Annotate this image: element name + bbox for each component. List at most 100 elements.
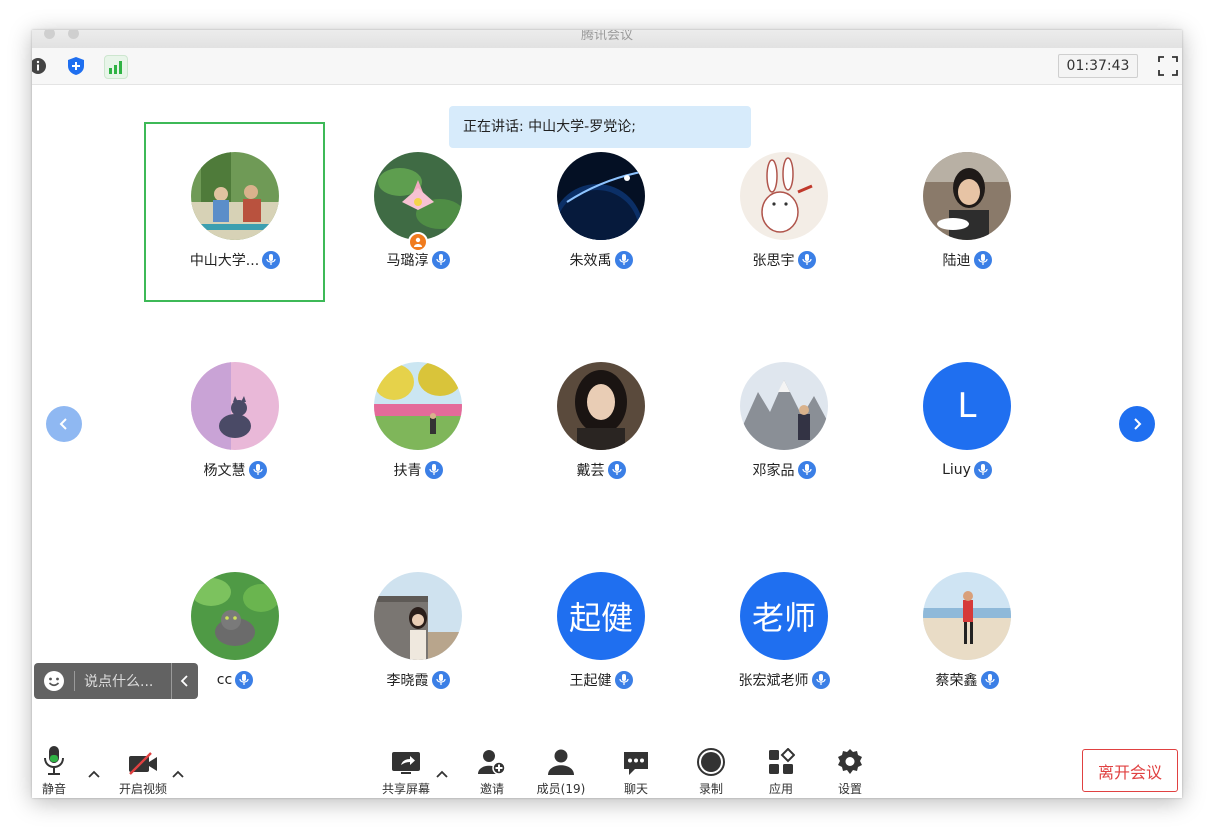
participant-tile[interactable]: 张思宇	[694, 152, 874, 282]
avatar-initial: L	[957, 386, 977, 426]
start-video-label: 开启视频	[118, 782, 167, 796]
avatar	[374, 572, 462, 660]
mic-icon	[262, 251, 281, 269]
mic-icon	[431, 671, 450, 689]
participant-tile[interactable]: 陆迪	[877, 152, 1057, 282]
settings-label: 设置	[837, 782, 862, 796]
mic-icon	[797, 461, 816, 479]
avatar	[923, 572, 1011, 660]
record-label: 录制	[698, 782, 723, 796]
participant-name-row: 张思宇	[694, 249, 874, 271]
record-button[interactable]: 录制	[695, 744, 727, 798]
record-icon	[697, 748, 725, 776]
participant-tile[interactable]: L Liuy	[877, 362, 1057, 492]
avatar	[923, 152, 1011, 240]
participant-tile[interactable]: 杨文慧	[145, 362, 325, 492]
participant-name: 张思宇	[752, 253, 795, 269]
participant-tile[interactable]: 朱效禹	[511, 152, 691, 282]
fullscreen-icon[interactable]	[1156, 54, 1180, 78]
mic-icon	[973, 251, 992, 269]
participant-tile[interactable]: 李晓霞	[328, 572, 508, 702]
video-off-icon	[129, 752, 157, 775]
start-video-button[interactable]: 开启视频	[116, 744, 170, 798]
participant-name: 蔡荣鑫	[935, 673, 978, 689]
participant-name-row: 蔡荣鑫	[877, 669, 1057, 691]
participant-name: 朱效禹	[569, 253, 612, 269]
participant-tile[interactable]: 蔡荣鑫	[877, 572, 1057, 702]
mic-icon	[607, 461, 626, 479]
invite-button[interactable]: 邀请	[474, 744, 510, 798]
participant-name: 马璐淳	[386, 253, 429, 269]
window-title: 腾讯会议	[580, 30, 633, 43]
chat-input[interactable]: 说点什么...	[84, 671, 171, 691]
next-page-button[interactable]	[1119, 406, 1155, 442]
apps-button[interactable]: 应用	[765, 744, 797, 798]
participant-name: 杨文慧	[203, 463, 246, 479]
share-screen-button[interactable]: 共享屏幕	[378, 744, 434, 798]
share-screen-label: 共享屏幕	[381, 782, 430, 796]
members-icon	[548, 749, 574, 775]
avatar: 起健	[557, 572, 645, 660]
shield-plus-icon[interactable]	[65, 55, 87, 77]
add-user-icon	[478, 750, 506, 775]
participant-tile[interactable]: 邓家品	[694, 362, 874, 492]
invite-label: 邀请	[479, 782, 504, 796]
info-icon[interactable]	[32, 55, 49, 77]
gear-icon	[838, 749, 862, 774]
bottom-toolbar: 静音 开启视频 共享屏幕 邀请 成员(19) 聊天 录制 应用 设置 离开会议	[32, 744, 1182, 798]
chevron-left-icon	[180, 675, 188, 687]
mic-icon	[248, 461, 267, 479]
participant-tile[interactable]: 老师 张宏斌老师	[694, 572, 874, 702]
video-options-chevron-up-icon[interactable]	[171, 764, 185, 778]
mic-icon	[431, 251, 450, 269]
microphone-icon	[44, 746, 64, 775]
mic-icon	[424, 461, 443, 479]
participant-name-row: 李晓霞	[328, 669, 508, 691]
title-bar: 腾讯会议	[32, 30, 1182, 48]
participant-tile[interactable]: 起健 王起健	[511, 572, 691, 702]
avatar-initial: 起健	[568, 599, 633, 637]
smiley-icon[interactable]	[43, 670, 65, 692]
participant-tile[interactable]: 马璐淳	[328, 152, 508, 282]
participant-name-row: 张宏斌老师	[694, 669, 874, 691]
mic-icon	[811, 671, 830, 689]
prev-page-button[interactable]	[46, 406, 82, 442]
participant-name-row: 中山大学...	[145, 249, 325, 271]
participant-tile[interactable]: 戴芸	[511, 362, 691, 492]
mute-button[interactable]: 静音	[34, 744, 74, 798]
participant-tile[interactable]: 扶青	[328, 362, 508, 492]
avatar: 老师	[740, 572, 828, 660]
apps-icon	[769, 748, 795, 774]
settings-button[interactable]: 设置	[834, 744, 866, 798]
share-options-chevron-up-icon[interactable]	[435, 764, 449, 778]
mic-icon	[980, 671, 999, 689]
participant-tile[interactable]: 中山大学...	[145, 152, 325, 282]
participant-name: cc	[216, 672, 233, 688]
collapse-chat-button[interactable]	[171, 663, 198, 699]
chat-icon	[624, 752, 648, 775]
quick-chat-bubble[interactable]: 说点什么...	[34, 663, 198, 699]
participant-name-row: 扶青	[328, 459, 508, 481]
avatar	[374, 152, 462, 240]
meeting-timer: 01:37:43	[1058, 54, 1138, 78]
participant-name: 陆迪	[942, 253, 971, 269]
participant-name: 李晓霞	[386, 673, 429, 689]
participant-name: 张宏斌老师	[738, 673, 809, 689]
mute-options-chevron-up-icon[interactable]	[87, 764, 101, 778]
avatar: L	[923, 362, 1011, 450]
leave-meeting-button[interactable]: 离开会议	[1082, 749, 1178, 792]
mute-label: 静音	[41, 782, 66, 796]
participant-name: 邓家品	[752, 463, 795, 479]
avatar	[557, 152, 645, 240]
members-button[interactable]: 成员(19)	[535, 744, 587, 798]
signal-bars-icon[interactable]	[104, 55, 128, 79]
participant-name-row: 陆迪	[877, 249, 1057, 271]
share-screen-icon	[392, 752, 420, 774]
meeting-window: 腾讯会议 01:37:43 中山大学... 马璐淳 朱效禹 张思宇 陆迪 杨文慧…	[32, 30, 1182, 798]
chat-label: 聊天	[623, 782, 648, 796]
members-label: 成员(19)	[536, 782, 586, 796]
avatar-initial: 老师	[751, 599, 816, 637]
mic-icon	[614, 671, 633, 689]
chat-button[interactable]: 聊天	[620, 744, 652, 798]
participant-name-row: Liuy	[877, 459, 1057, 481]
